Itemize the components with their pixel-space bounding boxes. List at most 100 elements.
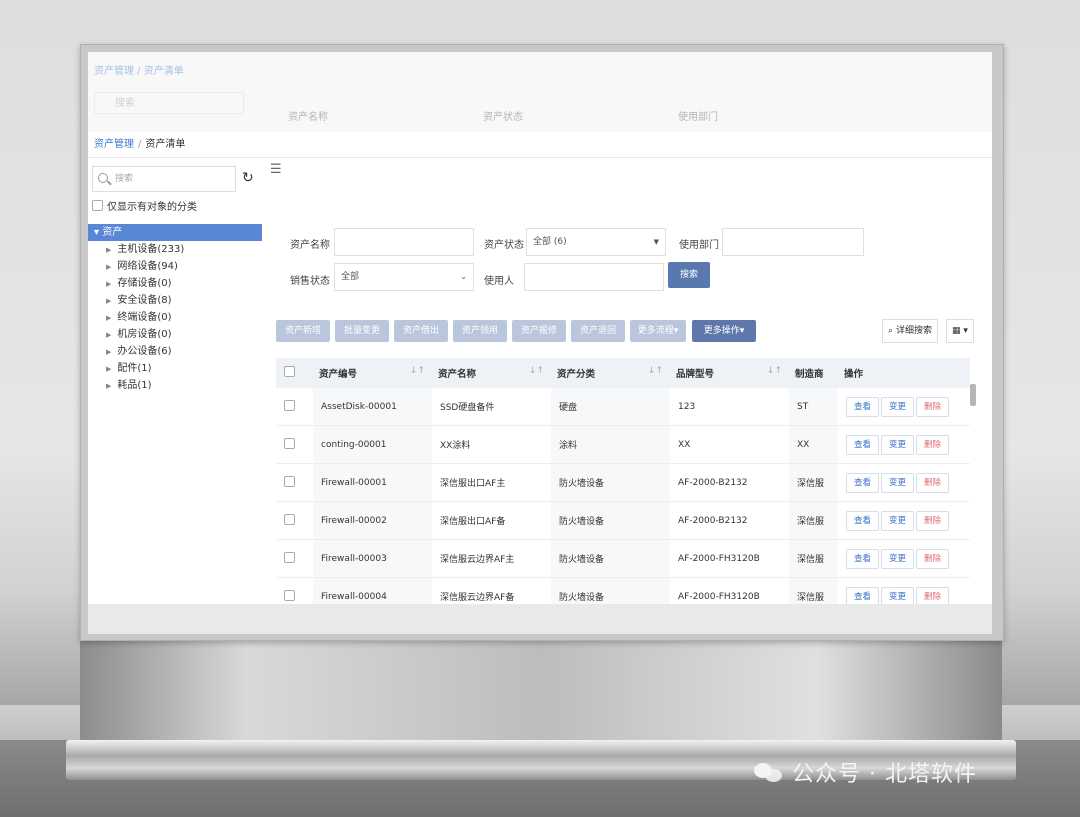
view-button[interactable]: 查看 — [846, 472, 880, 493]
checkbox[interactable] — [92, 200, 103, 211]
search-button[interactable]: 搜索 — [668, 262, 710, 288]
caret-down-icon: ▾ — [94, 227, 103, 238]
tree-item[interactable]: ▶ 网络设备(94) — [106, 260, 178, 274]
row-checkbox[interactable] — [284, 437, 295, 449]
row-checkbox[interactable] — [284, 589, 295, 601]
asset-repair-button[interactable]: 资产报修 — [512, 320, 566, 342]
actions-cell: 查看变更删除 — [838, 425, 970, 464]
sort-icon[interactable]: ↓↑ — [648, 366, 663, 376]
col-category[interactable]: 资产分类 ↓↑ — [551, 358, 670, 388]
change-button[interactable]: 变更 — [881, 472, 915, 493]
asset-lend-button[interactable]: 资产借出 — [394, 320, 448, 342]
view-button[interactable]: 查看 — [846, 548, 880, 569]
delete-button[interactable]: 删除 — [916, 548, 950, 569]
category-cell: 防火墙设备 — [551, 463, 670, 502]
actions-cell: 查看变更删除 — [838, 539, 970, 578]
col-label: 资产编号 — [319, 369, 358, 380]
search-placeholder: 搜索 — [115, 174, 134, 184]
row-checkbox[interactable] — [284, 513, 295, 525]
sale-status-select[interactable]: 全部 ⌄ — [334, 263, 474, 291]
maker-cell: ST — [789, 388, 838, 426]
tree-item[interactable]: ▶ 终端设备(0) — [106, 311, 172, 325]
batch-change-button[interactable]: 批量变更 — [335, 320, 389, 342]
scrollbar[interactable] — [970, 384, 976, 406]
more-process-dropdown[interactable]: 更多流程▾ — [630, 320, 686, 342]
category-cell: 防火墙设备 — [551, 501, 670, 540]
user-input[interactable] — [524, 263, 664, 291]
table-row[interactable]: Firewall-00002 深信服出口AF备 防火墙设备 AF-2000-B2132… — [276, 501, 970, 540]
col-label: 品牌型号 — [676, 369, 715, 380]
sort-icon[interactable]: ↓↑ — [529, 366, 544, 376]
actions-cell: 查看变更删除 — [838, 463, 970, 502]
col-label: 资产分类 — [557, 369, 596, 380]
sort-icon[interactable]: ↓↑ — [767, 366, 782, 376]
only-show-checkbox[interactable]: 仅显示有对象的分类 — [92, 198, 197, 213]
tree-item[interactable]: ▶ 配件(1) — [106, 362, 152, 376]
bottom-bar — [88, 604, 992, 634]
change-button[interactable]: 变更 — [881, 434, 915, 455]
delete-button[interactable]: 删除 — [916, 510, 950, 531]
col-label: 操作 — [844, 369, 864, 380]
delete-button[interactable]: 删除 — [916, 434, 950, 455]
grid-view-icon[interactable]: ▦ ▾ — [946, 319, 974, 343]
change-button[interactable]: 变更 — [881, 548, 915, 569]
asset-receive-button[interactable]: 资产领用 — [453, 320, 507, 342]
tree-item[interactable]: ▶ 存储设备(0) — [106, 277, 172, 291]
select-all-checkbox[interactable] — [284, 366, 295, 377]
dept-input[interactable] — [722, 228, 864, 256]
row-checkbox[interactable] — [284, 475, 295, 487]
caret-right-icon: ▶ — [106, 382, 112, 390]
table-row[interactable]: conting-00001 XX涂料 涂料 XX XX 查看 变更 删除 — [276, 425, 970, 464]
menu-icon[interactable]: ☰ — [270, 162, 282, 177]
model-cell: AF-2000-FH3120B — [670, 539, 789, 578]
maker-cell: 深信服 — [789, 501, 838, 540]
change-button[interactable]: 变更 — [881, 396, 915, 417]
wechat-icon — [754, 761, 784, 783]
table-row[interactable]: Firewall-00003 深信服云边界AF主 防火墙设备 AF-2000-FH31… — [276, 539, 970, 578]
breadcrumb-link[interactable]: 资产管理 — [94, 139, 134, 150]
col-label: 制造商 — [795, 369, 824, 380]
change-button[interactable]: 变更 — [881, 510, 915, 531]
asset-name-label: 资产名称 — [290, 240, 330, 251]
view-button[interactable]: 查看 — [846, 434, 880, 455]
view-button[interactable]: 查看 — [846, 510, 880, 531]
col-asset-id[interactable]: 资产编号 ↓↑ — [313, 358, 432, 388]
ghost-search: 搜索 — [94, 92, 244, 114]
maker-cell: 深信服 — [789, 463, 838, 502]
asset-add-button[interactable]: 资产新增 — [276, 320, 330, 342]
sort-icon[interactable]: ↓↑ — [410, 366, 425, 376]
asset-name-input[interactable] — [334, 228, 474, 256]
table-row[interactable]: Firewall-00001 深信服出口AF主 防火墙设备 AF-2000-B2132… — [276, 463, 970, 502]
refresh-icon[interactable]: ↻ — [242, 170, 254, 186]
asset-name-cell: 深信服出口AF备 — [432, 501, 551, 540]
delete-button[interactable]: 删除 — [916, 396, 950, 417]
more-actions-dropdown[interactable]: 更多操作▾ — [692, 320, 756, 342]
chevron-down-icon: ⌄ — [460, 272, 467, 281]
advanced-search-button[interactable]: ⌕ 详细搜索 — [882, 319, 938, 343]
col-model[interactable]: 品牌型号 ↓↑ — [670, 358, 789, 388]
caret-right-icon: ▶ — [106, 314, 112, 322]
main-content: ☰ 资产名称 资产状态 全部 (6) ▼ 使用部门 销售状态 全部 ⌄ 使用人 搜索… — [262, 158, 992, 634]
tree-item[interactable]: ▶ 办公设备(6) — [106, 345, 172, 359]
tree-item[interactable]: ▶ 主机设备(233) — [106, 243, 184, 257]
caret-right-icon: ▶ — [106, 246, 112, 254]
delete-button[interactable]: 删除 — [916, 472, 950, 493]
ghost-reflection: 资产管理 / 资产清单 搜索 资产名称 资产状态 使用部门 — [88, 52, 992, 132]
asset-status-select[interactable]: 全部 (6) ▼ — [526, 228, 666, 256]
tree-item-label: 终端设备(0) — [117, 312, 172, 323]
view-button[interactable]: 查看 — [846, 396, 880, 417]
asset-name-cell: 深信服出口AF主 — [432, 463, 551, 502]
row-checkbox[interactable] — [284, 551, 295, 563]
actions-cell: 查看变更删除 — [838, 501, 970, 540]
sidebar-search-input[interactable]: 搜索 — [92, 166, 236, 192]
table-row[interactable]: AssetDisk-00001 SSD硬盘备件 硬盘 123 ST 查看 变更 删除 — [276, 388, 970, 426]
tree-root[interactable]: ▾ 资产 — [88, 224, 262, 241]
asset-return-button[interactable]: 资产退回 — [571, 320, 625, 342]
model-cell: AF-2000-B2132 — [670, 501, 789, 540]
tree-item[interactable]: ▶ 机房设备(0) — [106, 328, 172, 342]
actions-cell: 查看变更删除 — [838, 388, 970, 426]
col-asset-name[interactable]: 资产名称 ↓↑ — [432, 358, 551, 388]
tree-item[interactable]: ▶ 安全设备(8) — [106, 294, 172, 308]
row-checkbox[interactable] — [284, 399, 295, 411]
tree-item[interactable]: ▶ 耗品(1) — [106, 379, 152, 393]
